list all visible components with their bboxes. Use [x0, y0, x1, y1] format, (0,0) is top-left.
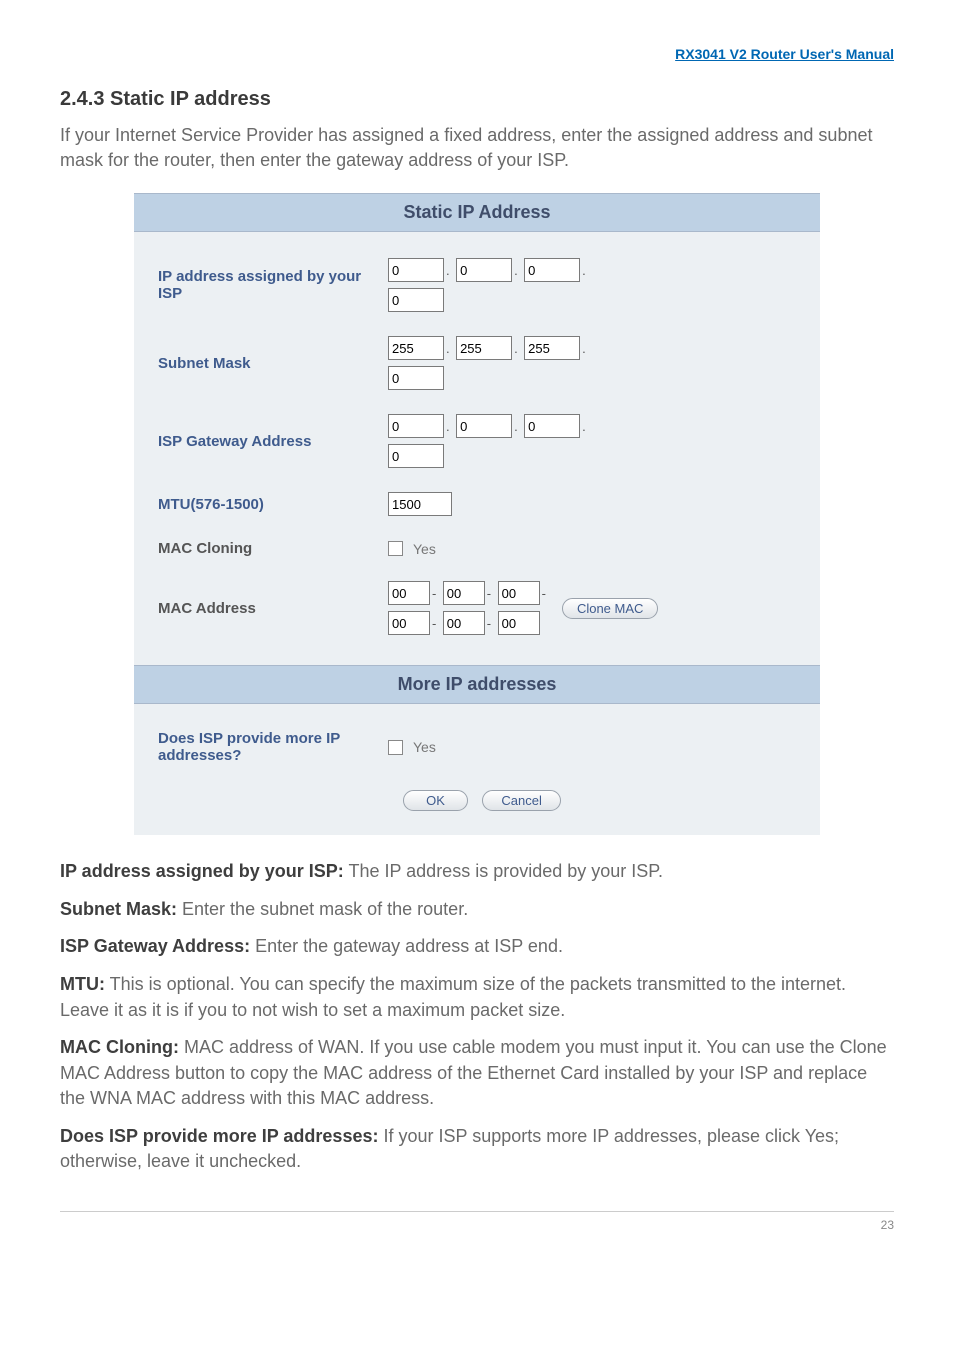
- panel-title-static-ip: Static IP Address: [134, 193, 820, 232]
- intro-text: If your Internet Service Provider has as…: [60, 123, 894, 173]
- body-paragraph: MTU: This is optional. You can specify t…: [60, 972, 894, 1023]
- label-mtu: MTU(576-1500): [158, 496, 388, 513]
- header-link[interactable]: RX3041 V2 Router User's Manual: [60, 46, 894, 62]
- subnet-oct1[interactable]: [388, 336, 444, 360]
- subnet-oct2[interactable]: [456, 336, 512, 360]
- panel-title-more-ip: More IP addresses: [134, 665, 820, 704]
- router-form-figure: Static IP Address IP address assigned by…: [60, 193, 894, 835]
- body-paragraph: Does ISP provide more IP addresses: If y…: [60, 1124, 894, 1175]
- body-paragraph: Subnet Mask: Enter the subnet mask of th…: [60, 897, 894, 923]
- gateway-oct1[interactable]: [388, 414, 444, 438]
- clone-mac-button[interactable]: Clone MAC: [562, 598, 658, 619]
- para-text: MAC address of WAN. If you use cable mod…: [60, 1037, 887, 1108]
- ip-assigned-oct4[interactable]: [388, 288, 444, 312]
- para-text: Enter the gateway address at ISP end.: [250, 936, 563, 956]
- para-bold: MTU:: [60, 974, 105, 994]
- subnet-oct3[interactable]: [524, 336, 580, 360]
- mac-cloning-text: Yes: [413, 541, 436, 557]
- body-paragraph: IP address assigned by your ISP: The IP …: [60, 859, 894, 885]
- para-bold: Subnet Mask:: [60, 899, 177, 919]
- para-text: This is optional. You can specify the ma…: [60, 974, 846, 1020]
- mac-oct5[interactable]: [443, 611, 485, 635]
- para-bold: IP address assigned by your ISP:: [60, 861, 344, 881]
- mac-oct4[interactable]: [388, 611, 430, 635]
- ip-assigned-oct2[interactable]: [456, 258, 512, 282]
- mac-oct3[interactable]: [498, 581, 540, 605]
- para-bold: ISP Gateway Address:: [60, 936, 250, 956]
- body-paragraph: ISP Gateway Address: Enter the gateway a…: [60, 934, 894, 960]
- section-heading: 2.4.3 Static IP address: [60, 88, 894, 111]
- subnet-oct4[interactable]: [388, 366, 444, 390]
- ip-assigned-oct3[interactable]: [524, 258, 580, 282]
- cancel-button[interactable]: Cancel: [482, 790, 560, 811]
- more-ip-text: Yes: [413, 739, 436, 755]
- para-text: The IP address is provided by your ISP.: [344, 861, 663, 881]
- para-bold: MAC Cloning:: [60, 1037, 179, 1057]
- mac-oct6[interactable]: [498, 611, 540, 635]
- ip-assigned-oct1[interactable]: [388, 258, 444, 282]
- label-ip-assigned: IP address assigned by your ISP: [158, 268, 388, 302]
- para-text: Enter the subnet mask of the router.: [177, 899, 468, 919]
- label-subnet: Subnet Mask: [158, 355, 388, 372]
- gateway-oct4[interactable]: [388, 444, 444, 468]
- mac-oct2[interactable]: [443, 581, 485, 605]
- para-bold: Does ISP provide more IP addresses:: [60, 1126, 378, 1146]
- mac-oct1[interactable]: [388, 581, 430, 605]
- gateway-oct2[interactable]: [456, 414, 512, 438]
- label-more-ip: Does ISP provide more IP addresses?: [158, 730, 388, 764]
- body-paragraph: MAC Cloning: MAC address of WAN. If you …: [60, 1035, 894, 1112]
- label-mac-cloning: MAC Cloning: [158, 540, 388, 557]
- gateway-oct3[interactable]: [524, 414, 580, 438]
- page-number: 23: [60, 1211, 894, 1232]
- label-mac-address: MAC Address: [158, 600, 388, 617]
- label-gateway: ISP Gateway Address: [158, 433, 388, 450]
- more-ip-checkbox[interactable]: [388, 740, 403, 755]
- mac-cloning-checkbox[interactable]: [388, 541, 403, 556]
- ok-button[interactable]: OK: [403, 790, 468, 811]
- mtu-input[interactable]: [388, 492, 452, 516]
